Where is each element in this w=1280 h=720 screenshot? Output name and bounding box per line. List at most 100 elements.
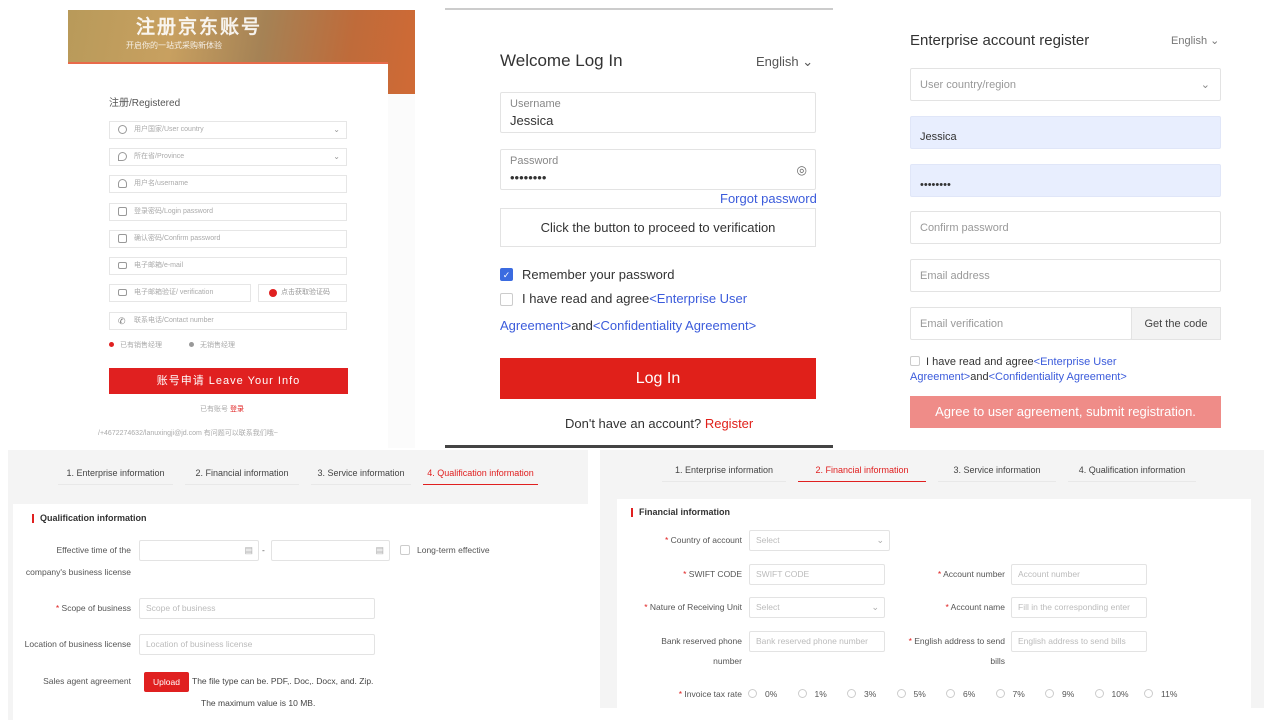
tax-rate-radio[interactable] bbox=[1144, 689, 1153, 698]
tab-service[interactable]: 3. Service information bbox=[311, 468, 411, 485]
enterprise-agreement-link-cont[interactable]: Agreement> bbox=[910, 371, 970, 383]
tab-enterprise[interactable]: 1. Enterprise information bbox=[662, 465, 786, 482]
nature-label: * Nature of Receiving Unit bbox=[644, 602, 742, 612]
red-dot-icon bbox=[269, 289, 277, 297]
address-label: * English address to send bbox=[908, 636, 1005, 646]
effective-time-label-2: company's business license bbox=[25, 567, 131, 577]
account-name-input[interactable]: Fill in the corresponding enter bbox=[1011, 597, 1147, 618]
file-type-hint: The file type can be. PDF,. Doc,. Docx, … bbox=[192, 676, 374, 686]
confirm-password-input[interactable]: 确认密码/Confirm password bbox=[109, 230, 347, 248]
location-input[interactable]: Location of business license bbox=[139, 634, 375, 655]
file-size-hint: The maximum value is 10 MB. bbox=[201, 698, 316, 708]
qualification-form: Qualification information Effective time… bbox=[13, 504, 590, 720]
section-title: Qualification information bbox=[32, 514, 147, 523]
tax-rate-radio[interactable] bbox=[946, 689, 955, 698]
section-title: Financial information bbox=[631, 508, 730, 517]
verification-button[interactable]: Click the button to proceed to verificat… bbox=[500, 208, 816, 247]
email-verification-input[interactable]: Email verification bbox=[910, 307, 1132, 340]
radio-selected-icon bbox=[109, 342, 114, 347]
agree-text-line2: Agreement>and<Confidentiality Agreement> bbox=[500, 318, 757, 333]
account-number-label: * Account number bbox=[937, 569, 1005, 579]
scope-input[interactable]: Scope of business bbox=[139, 598, 375, 619]
tab-financial[interactable]: 2. Financial information bbox=[185, 468, 299, 485]
tax-rate-radio[interactable] bbox=[1045, 689, 1054, 698]
login-prompt: 已有账号 登录 bbox=[200, 406, 244, 413]
agree-checkbox[interactable] bbox=[500, 293, 513, 306]
tab-qualification[interactable]: 4. Qualification information bbox=[423, 468, 538, 485]
financial-form: Financial information * Country of accou… bbox=[617, 499, 1251, 708]
remember-checkbox[interactable]: ✓ bbox=[500, 268, 513, 281]
login-link[interactable]: 登录 bbox=[230, 406, 244, 413]
long-term-label: Long-term effective bbox=[417, 545, 490, 555]
tab-qualification[interactable]: 4. Qualification information bbox=[1068, 465, 1196, 482]
username-input[interactable]: 用户名/username bbox=[109, 175, 347, 193]
language-select[interactable]: English ⌄ bbox=[756, 54, 813, 70]
eye-icon[interactable]: ◎ bbox=[797, 163, 807, 177]
username-input[interactable]: Jessica bbox=[910, 116, 1221, 149]
verification-input[interactable]: 电子邮箱验证/ verification bbox=[109, 284, 251, 302]
tax-rate-radio[interactable] bbox=[847, 689, 856, 698]
enterprise-agreement-link[interactable]: <Enterprise User bbox=[1034, 356, 1117, 368]
contact-number-input[interactable]: ✆ 联系电话/Contact number bbox=[109, 312, 347, 330]
option-has-manager[interactable]: 已有销售经理 bbox=[109, 340, 162, 350]
financial-panel: 1. Enterprise information 2. Financial i… bbox=[600, 450, 1264, 708]
tax-rate-radio[interactable] bbox=[995, 689, 1005, 698]
tax-rate-radio[interactable] bbox=[797, 689, 807, 698]
login-panel: Welcome Log In English ⌄ Username Jessic… bbox=[445, 8, 833, 448]
option-no-manager[interactable]: 无销售经理 bbox=[189, 340, 235, 350]
confidentiality-agreement-link[interactable]: <Confidentiality Agreement> bbox=[989, 371, 1127, 383]
phone-icon: ✆ bbox=[118, 316, 126, 326]
tab-enterprise[interactable]: 1. Enterprise information bbox=[58, 468, 173, 485]
agreement-label: Sales agent agreement bbox=[43, 676, 131, 686]
chevron-down-icon: ⌄ bbox=[333, 152, 340, 161]
nature-select[interactable]: Select ⌄ bbox=[749, 597, 885, 618]
username-input[interactable]: Username Jessica bbox=[500, 92, 816, 133]
leave-info-button[interactable]: 账号申请 Leave Your Info bbox=[109, 368, 348, 394]
register-title: 注册/Registered bbox=[109, 98, 181, 109]
upload-button[interactable]: Upload bbox=[144, 672, 189, 692]
confidentiality-agreement-link[interactable]: <Confidentiality Agreement> bbox=[593, 318, 756, 333]
email-input[interactable]: Email address bbox=[910, 259, 1221, 292]
country-select[interactable]: Select ⌄ bbox=[749, 530, 890, 551]
login-button[interactable]: Log In bbox=[500, 358, 816, 399]
long-term-checkbox[interactable] bbox=[400, 545, 410, 555]
start-date-input[interactable]: ▤ bbox=[139, 540, 259, 561]
agree-checkbox[interactable] bbox=[910, 356, 920, 366]
end-date-input[interactable]: ▤ bbox=[271, 540, 390, 561]
lock-icon bbox=[118, 207, 127, 216]
province-select[interactable]: 所在省/Province ⌄ bbox=[109, 148, 347, 166]
tax-rate-label: 0% bbox=[765, 689, 778, 699]
bank-phone-label-2: number bbox=[713, 656, 742, 666]
effective-time-label: Effective time of the bbox=[56, 545, 132, 555]
get-code-button[interactable]: Get the code bbox=[1131, 307, 1221, 340]
tab-financial[interactable]: 2. Financial information bbox=[798, 465, 926, 482]
language-select[interactable]: English ⌄ bbox=[1171, 34, 1219, 47]
enterprise-agreement-link[interactable]: <Enterprise User bbox=[649, 291, 747, 306]
tax-rate-radio[interactable] bbox=[748, 689, 757, 698]
email-input[interactable]: 电子邮箱/e-mail bbox=[109, 257, 347, 275]
tax-rate-radio[interactable] bbox=[1094, 689, 1104, 698]
country-select[interactable]: 用户国家/User country ⌄ bbox=[109, 121, 347, 139]
tax-rate-label: * Invoice tax rate bbox=[678, 689, 742, 699]
country-region-select[interactable]: User country/region ⌄ bbox=[910, 68, 1221, 101]
submit-registration-button[interactable]: Agree to user agreement, submit registra… bbox=[910, 396, 1221, 428]
swift-input[interactable]: SWIFT CODE bbox=[749, 564, 885, 585]
banner-subtitle: 开启你的一站式采购新体验 bbox=[126, 41, 222, 50]
scope-label: * Scope of business bbox=[55, 603, 131, 613]
forgot-password-link[interactable]: Forgot password bbox=[720, 191, 817, 206]
enterprise-agreement-link-cont[interactable]: Agreement> bbox=[500, 318, 571, 333]
tax-rate-label: 10% bbox=[1111, 689, 1129, 699]
password-input[interactable]: •••••••• bbox=[910, 164, 1221, 197]
register-link[interactable]: Register bbox=[705, 416, 753, 431]
step-tabs: 1. Enterprise information 2. Financial i… bbox=[58, 468, 550, 485]
confirm-password-input[interactable]: Confirm password bbox=[910, 211, 1221, 244]
tax-rate-label: 6% bbox=[963, 689, 976, 699]
address-input[interactable]: English address to send bills bbox=[1011, 631, 1147, 652]
get-code-button[interactable]: 点击获取验证码 bbox=[258, 284, 347, 302]
account-number-input[interactable]: Account number bbox=[1011, 564, 1147, 585]
login-password-input[interactable]: 登录密码/Login password bbox=[109, 203, 347, 221]
password-input[interactable]: Password •••••••• ◎ bbox=[500, 149, 816, 190]
tab-service[interactable]: 3. Service information bbox=[938, 465, 1056, 482]
register-prompt: Don't have an account? Register bbox=[565, 416, 754, 431]
tax-rate-radio[interactable] bbox=[896, 689, 906, 698]
